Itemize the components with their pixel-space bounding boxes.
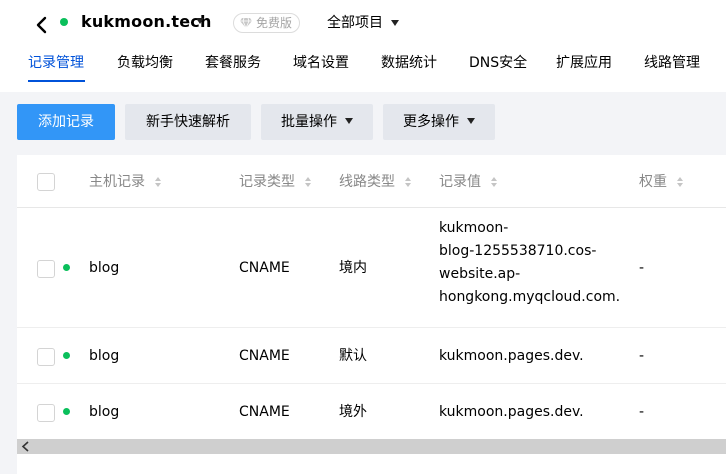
record-type: CNAME [239,348,290,364]
column-header-type-label: 记录类型 [239,174,295,190]
column-header-line[interactable]: 线路类型 [339,172,413,192]
tab-statistics[interactable]: 数据统计 [381,52,437,74]
batch-operations-label: 批量操作 [281,114,337,130]
add-record-button[interactable]: 添加记录 [17,104,115,140]
sort-icon[interactable] [405,177,413,187]
record-status-dot [63,264,70,271]
record-value: kukmoon- blog-1255538710.cos- website.ap… [439,217,620,309]
table-row[interactable]: blog CNAME 境外 kukmoon.pages.dev. - [17,384,726,439]
record-status-dot [63,408,70,415]
record-weight: - [639,404,645,420]
tab-load-balancing[interactable]: 负载均衡 [117,52,173,74]
tab-record-management[interactable]: 记录管理 [28,52,84,74]
record-value-line: blog-1255538710.cos- [439,243,597,259]
quick-resolve-button[interactable]: 新手快速解析 [125,104,251,140]
back-arrow-icon[interactable] [34,15,50,35]
domain-name[interactable]: kukmoon.tech [81,10,212,34]
domain-dropdown-caret-icon[interactable] [196,18,204,24]
main-content: 添加记录 新手快速解析 批量操作 更多操作 主机记录 记录类型 线路类型 记录值… [0,92,726,474]
column-header-host[interactable]: 主机记录 [89,172,163,192]
table-header: 主机记录 记录类型 线路类型 记录值 权重 [17,155,726,208]
tab-bar: 记录管理 负载均衡 套餐服务 域名设置 数据统计 DNS安全 扩展应用 线路管理 [0,50,726,92]
column-header-weight[interactable]: 权重 [639,172,685,192]
plan-badge-label: 免费版 [256,16,293,30]
scroll-left-arrow-icon[interactable] [21,441,31,452]
column-header-host-label: 主机记录 [89,174,145,190]
project-dropdown-caret-icon[interactable] [391,20,399,26]
more-operations-button[interactable]: 更多操作 [383,104,495,140]
project-select[interactable]: 全部项目 [327,12,383,34]
record-line: 默认 [339,348,367,364]
tab-dns-security[interactable]: DNS安全 [469,52,527,74]
table-footer-area [17,454,726,474]
record-status-dot [63,352,70,359]
record-value: kukmoon.pages.dev. [439,348,584,364]
select-all-checkbox[interactable] [37,173,55,191]
plan-badge: 免费版 [233,13,301,33]
sort-icon[interactable] [305,177,313,187]
column-header-type[interactable]: 记录类型 [239,172,313,192]
caret-down-icon [467,118,475,124]
record-weight: - [639,260,645,276]
record-line: 境外 [339,404,367,420]
record-line: 境内 [339,260,367,276]
batch-operations-button[interactable]: 批量操作 [261,104,373,140]
record-value-line: kukmoon- [439,220,509,236]
records-table: 主机记录 记录类型 线路类型 记录值 权重 blog CNAME 境内 kukm… [17,155,726,474]
column-header-weight-label: 权重 [639,174,667,190]
diamond-icon [240,17,252,29]
horizontal-scrollbar[interactable] [17,439,726,454]
record-type: CNAME [239,404,290,420]
column-header-line-label: 线路类型 [339,174,395,190]
record-host: blog [89,404,120,420]
record-value-line: website.ap- [439,266,521,282]
table-row[interactable]: blog CNAME 境内 kukmoon- blog-1255538710.c… [17,208,726,328]
record-value: kukmoon.pages.dev. [439,404,584,420]
caret-down-icon [345,118,353,124]
record-type: CNAME [239,260,290,276]
record-host: blog [89,348,120,364]
row-checkbox[interactable] [37,348,55,366]
column-header-value[interactable]: 记录值 [439,172,499,192]
row-checkbox[interactable] [37,404,55,422]
record-weight: - [639,348,645,364]
tab-plan-service[interactable]: 套餐服务 [205,52,261,74]
table-row[interactable]: blog CNAME 默认 kukmoon.pages.dev. - [17,328,726,384]
sort-icon[interactable] [677,177,685,187]
domain-status-dot [60,18,68,26]
column-header-value-label: 记录值 [439,174,481,190]
more-operations-label: 更多操作 [403,114,459,130]
row-checkbox[interactable] [37,260,55,278]
sort-icon[interactable] [155,177,163,187]
record-host: blog [89,260,120,276]
sort-icon[interactable] [491,177,499,187]
tab-extensions[interactable]: 扩展应用 [556,52,612,74]
active-tab-indicator [28,80,85,82]
record-value-line: hongkong.myqcloud.com. [439,289,621,305]
tab-domain-settings[interactable]: 域名设置 [293,52,349,74]
top-header: kukmoon.tech 免费版 全部项目 记录管理 负载均衡 套餐服务 域名设… [0,0,726,92]
tab-line-management[interactable]: 线路管理 [644,52,700,74]
